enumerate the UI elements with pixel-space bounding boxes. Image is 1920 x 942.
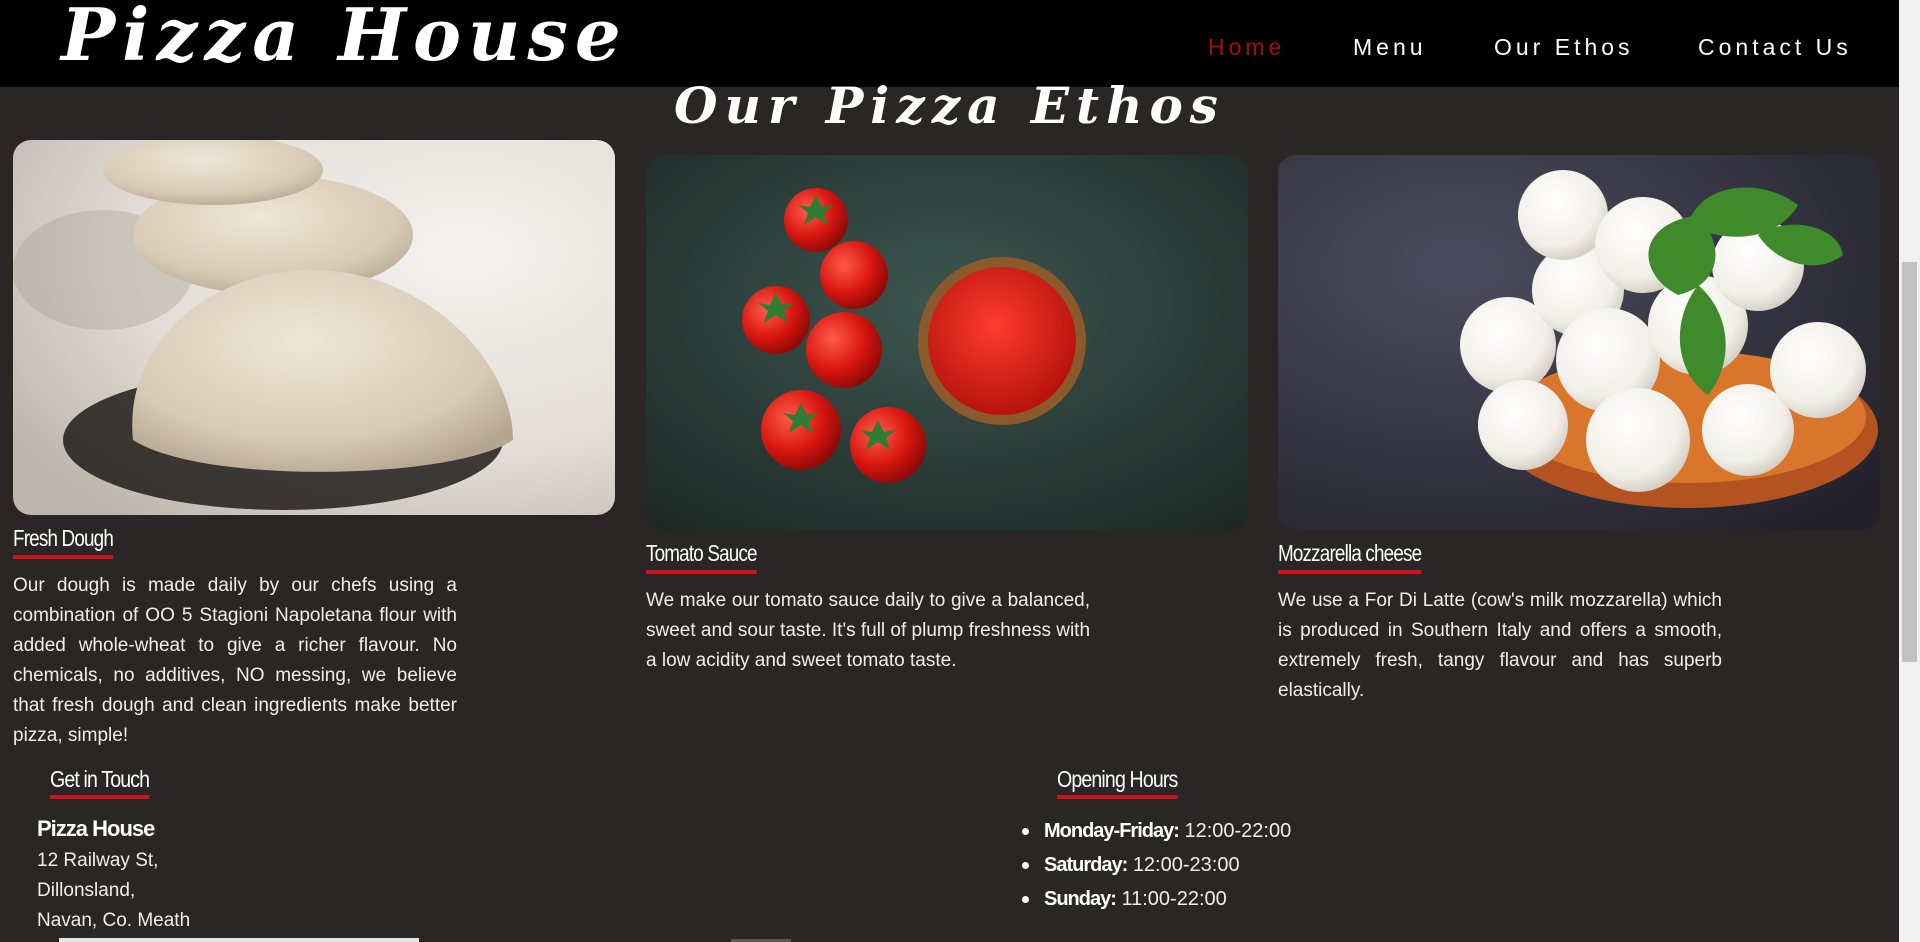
- card-text: We use a For Di Latte (cow's milk mozzar…: [1278, 590, 1722, 701]
- card-title: Fresh Dough: [13, 525, 114, 559]
- hours-day: Monday-Friday:: [1044, 820, 1180, 842]
- card-text: We make our tomato sauce daily to give a…: [646, 590, 1091, 671]
- address-line: Navan, Co. Meath: [37, 910, 191, 931]
- card-title: Tomato Sauce: [646, 540, 758, 574]
- list-item: Monday-Friday: 12:00-22:00: [1021, 814, 1292, 848]
- hours-heading: Opening Hours: [1057, 766, 1178, 799]
- opening-hours-list: Monday-Friday: 12:00-22:00 Saturday: 12:…: [1021, 814, 1292, 916]
- hours-day: Sunday:: [1044, 888, 1117, 910]
- ethos-card-mozzarella: Mozzarella cheese We use a For Di Latte …: [1278, 155, 1880, 706]
- hours-time: 12:00-23:00: [1132, 854, 1240, 876]
- contact-heading: Get in Touch: [50, 766, 150, 799]
- card-title: Mozzarella cheese: [1278, 540, 1422, 574]
- nav-contact-us[interactable]: Contact Us: [1698, 34, 1852, 61]
- ethos-card-tomato: Tomato Sauce We make our tomato sauce da…: [646, 155, 1248, 676]
- page-scrollbar[interactable]: [1899, 0, 1920, 942]
- address-line: 12 Railway St,: [37, 850, 159, 871]
- contact-address: Pizza House 12 Railway St, Dillonsland, …: [37, 812, 190, 936]
- list-item: Saturday: 12:00-23:00: [1021, 848, 1291, 882]
- address-line: Dillonsland,: [37, 880, 136, 901]
- nav-menu[interactable]: Menu: [1353, 34, 1427, 61]
- hours-day: Saturday:: [1044, 854, 1128, 876]
- tomato-sauce-image: [646, 155, 1248, 530]
- mozzarella-image: [1278, 155, 1880, 530]
- nav-home[interactable]: Home: [1208, 34, 1285, 61]
- section-title: Our Pizza Ethos: [674, 76, 1225, 135]
- card-text: Our dough is made daily by our chefs usi…: [13, 575, 457, 746]
- list-item: Sunday: 11:00-22:00: [1021, 882, 1291, 916]
- dough-image: [13, 140, 615, 515]
- scrollbar-thumb[interactable]: [1902, 262, 1917, 662]
- site-header: Pizza House Home Menu Our Ethos Contact …: [0, 0, 1899, 87]
- hours-time: 12:00-22:00: [1184, 820, 1292, 842]
- contact-name: Pizza House: [37, 816, 155, 841]
- nav-our-ethos[interactable]: Our Ethos: [1494, 34, 1634, 61]
- bottom-divider: [59, 938, 419, 942]
- ethos-card-dough: Fresh Dough Our dough is made daily by o…: [13, 140, 615, 751]
- site-logo[interactable]: Pizza House: [61, 0, 628, 77]
- hours-time: 11:00-22:00: [1121, 888, 1227, 910]
